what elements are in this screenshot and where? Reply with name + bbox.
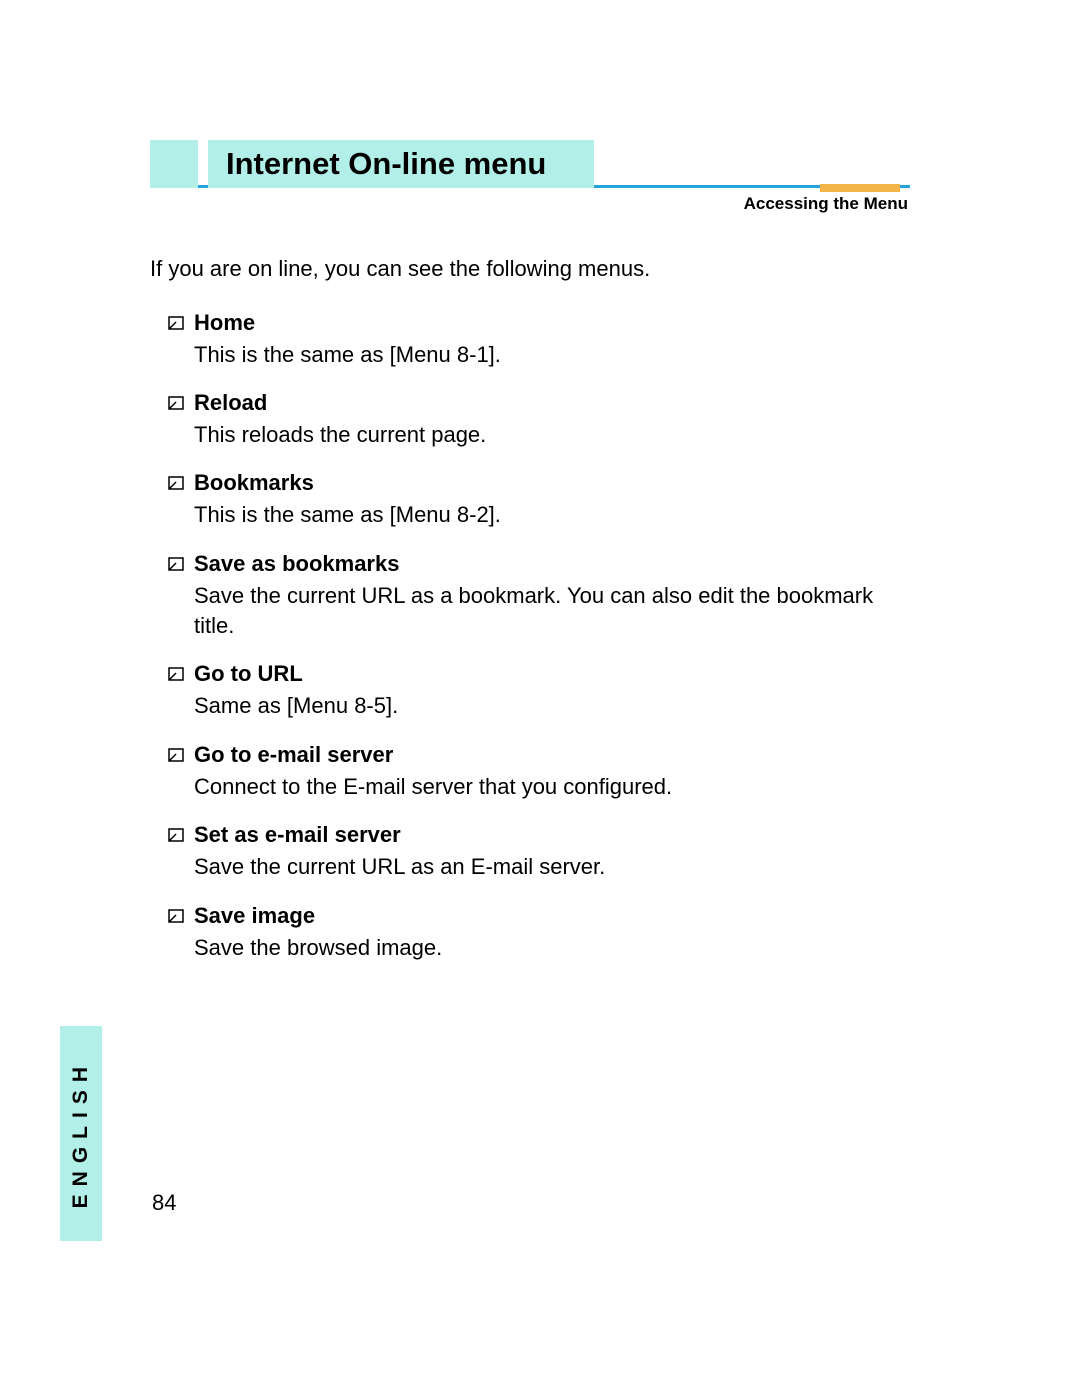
menu-item-desc: This is the same as [Menu 8-2]. xyxy=(194,500,914,530)
menu-item-label: Save as bookmarks xyxy=(194,551,399,577)
menu-item-head: Home xyxy=(168,310,950,336)
menu-item-head: Go to e-mail server xyxy=(168,742,950,768)
bullet-icon xyxy=(168,828,184,842)
bullet-icon xyxy=(168,476,184,490)
menu-item-label: Save image xyxy=(194,903,315,929)
menu-item: Save image Save the browsed image. xyxy=(150,903,950,963)
menu-item-desc: Save the current URL as an E-mail server… xyxy=(194,852,914,882)
bullet-icon xyxy=(168,748,184,762)
menu-item-desc: Save the browsed image. xyxy=(194,933,914,963)
menu-item-head: Go to URL xyxy=(168,661,950,687)
page-number: 84 xyxy=(152,1190,176,1216)
bullet-icon xyxy=(168,557,184,571)
page: Internet On-line menu Accessing the Menu… xyxy=(0,0,1080,1376)
menu-item-label: Bookmarks xyxy=(194,470,314,496)
bullet-icon xyxy=(168,667,184,681)
bullet-icon xyxy=(168,316,184,330)
title-bar: Internet On-line menu xyxy=(150,140,910,188)
language-tab-text: ENGLISH xyxy=(69,1059,93,1208)
menu-item: Go to e-mail server Connect to the E-mai… xyxy=(150,742,950,802)
menu-item: Bookmarks This is the same as [Menu 8-2]… xyxy=(150,470,950,530)
menu-item: Go to URL Same as [Menu 8-5]. xyxy=(150,661,950,721)
menu-item-label: Go to e-mail server xyxy=(194,742,393,768)
menu-item-desc: This is the same as [Menu 8-1]. xyxy=(194,340,914,370)
menu-item-head: Set as e-mail server xyxy=(168,822,950,848)
bullet-icon xyxy=(168,909,184,923)
menu-item-head: Reload xyxy=(168,390,950,416)
menu-item: Reload This reloads the current page. xyxy=(150,390,950,450)
title-block: Internet On-line menu Accessing the Menu xyxy=(150,140,950,214)
menu-item-desc: This reloads the current page. xyxy=(194,420,914,450)
menu-item-desc: Same as [Menu 8-5]. xyxy=(194,691,914,721)
menu-item-desc: Connect to the E-mail server that you co… xyxy=(194,772,914,802)
title-accent-bar xyxy=(820,184,900,192)
menu-item-head: Save image xyxy=(168,903,950,929)
menu-item: Home This is the same as [Menu 8-1]. xyxy=(150,310,950,370)
menu-item-head: Save as bookmarks xyxy=(168,551,950,577)
menu-item-head: Bookmarks xyxy=(168,470,950,496)
menu-item-label: Reload xyxy=(194,390,267,416)
menu-item-label: Set as e-mail server xyxy=(194,822,401,848)
menu-item: Save as bookmarks Save the current URL a… xyxy=(150,551,950,642)
menu-item-label: Home xyxy=(194,310,255,336)
title-decor-square xyxy=(150,140,198,188)
menu-item: Set as e-mail server Save the current UR… xyxy=(150,822,950,882)
menu-item-desc: Save the current URL as a bookmark. You … xyxy=(194,581,914,642)
page-subtitle: Accessing the Menu xyxy=(150,194,910,214)
menu-item-label: Go to URL xyxy=(194,661,303,687)
language-tab: ENGLISH xyxy=(60,1026,102,1241)
title-text-wrap: Internet On-line menu xyxy=(208,140,594,188)
page-title: Internet On-line menu xyxy=(226,146,546,182)
bullet-icon xyxy=(168,396,184,410)
intro-text: If you are on line, you can see the foll… xyxy=(150,254,950,284)
